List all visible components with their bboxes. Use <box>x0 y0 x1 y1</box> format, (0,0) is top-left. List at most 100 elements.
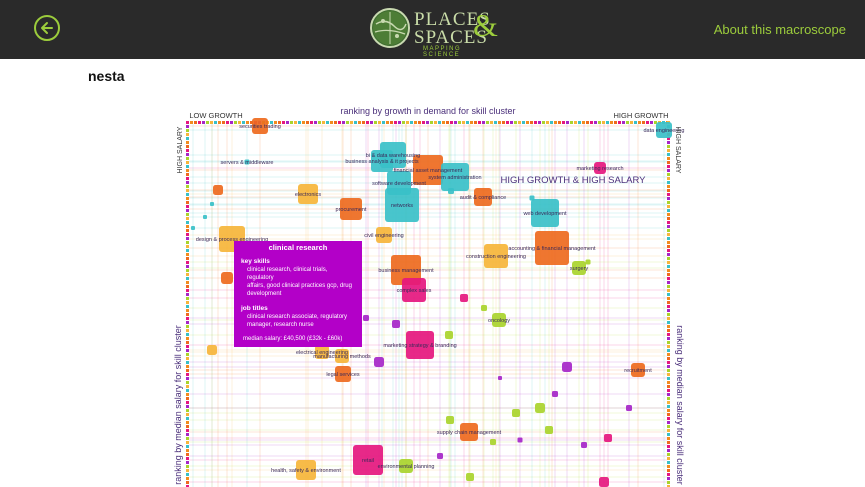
cluster-marker[interactable] <box>213 185 223 195</box>
cluster-marker[interactable] <box>363 315 369 321</box>
cluster-marker[interactable] <box>529 195 535 201</box>
frame-tick <box>667 145 670 148</box>
cluster-marker[interactable] <box>481 305 487 311</box>
cluster-label: electronics <box>295 192 322 198</box>
cluster-marker[interactable] <box>392 320 400 328</box>
frame-tick <box>186 357 189 360</box>
frame-tick <box>186 261 189 264</box>
frame-tick <box>598 121 601 124</box>
frame-tick <box>610 121 613 124</box>
frame-tick <box>342 121 345 124</box>
frame-tick <box>390 121 393 124</box>
quadrant-label: HIGH GROWTH & HIGH SALARY <box>501 175 647 186</box>
frame-tick <box>474 121 477 124</box>
frame-tick <box>222 121 225 124</box>
cluster-label: business management <box>378 268 434 274</box>
frame-tick <box>314 121 317 124</box>
frame-tick <box>494 121 497 124</box>
cluster-marker[interactable] <box>498 376 502 380</box>
cluster-marker[interactable] <box>203 215 207 219</box>
frame-tick <box>186 173 189 176</box>
cluster-marker[interactable] <box>448 188 454 194</box>
frame-tick <box>186 217 189 220</box>
frame-tick <box>194 121 197 124</box>
cluster-marker[interactable] <box>604 434 612 442</box>
cluster-marker[interactable] <box>562 362 572 372</box>
frame-tick <box>667 253 670 256</box>
cluster-marker[interactable] <box>460 294 468 302</box>
frame-tick <box>186 145 189 148</box>
cluster-marker[interactable] <box>191 226 195 230</box>
frame-tick <box>186 253 189 256</box>
frame-tick <box>667 349 670 352</box>
frame-tick <box>186 237 189 240</box>
frame-tick <box>667 393 670 396</box>
frame-tick <box>186 229 189 232</box>
frame-tick <box>578 121 581 124</box>
frame-tick <box>667 457 670 460</box>
frame-tick <box>186 313 189 316</box>
frame-tick <box>667 437 670 440</box>
frame-tick <box>186 241 189 244</box>
cluster-marker[interactable] <box>374 357 384 367</box>
cluster-marker[interactable] <box>437 453 443 459</box>
cluster-marker[interactable] <box>221 272 233 284</box>
frame-tick <box>667 337 670 340</box>
cluster-marker[interactable] <box>466 473 474 481</box>
frame-tick <box>186 449 189 452</box>
frame-tick <box>186 453 189 456</box>
frame-tick <box>667 325 670 328</box>
frame-tick <box>186 225 189 228</box>
frame-tick <box>618 121 621 124</box>
tooltip-skill-line: development <box>247 291 282 297</box>
frame-tick <box>667 473 670 476</box>
cluster-marker[interactable] <box>210 202 214 206</box>
cluster-marker[interactable] <box>445 331 453 339</box>
frame-tick <box>667 405 670 408</box>
frame-tick <box>202 121 205 124</box>
frame-tick <box>210 121 213 124</box>
cluster-marker[interactable] <box>552 391 558 397</box>
frame-tick <box>667 477 670 480</box>
cluster-marker[interactable] <box>517 437 523 443</box>
frame-tick <box>667 229 670 232</box>
cluster-marker[interactable] <box>545 426 553 434</box>
frame-tick <box>386 121 389 124</box>
frame-tick <box>667 181 670 184</box>
frame-tick <box>186 369 189 372</box>
cluster-label: complex sales <box>397 288 432 294</box>
cluster-marker[interactable] <box>490 439 496 445</box>
corner-label-low-growth: LOW GROWTH <box>189 111 242 120</box>
frame-tick <box>186 161 189 164</box>
frame-tick <box>614 121 617 124</box>
cluster-label: networks <box>391 203 413 209</box>
frame-tick <box>667 441 670 444</box>
cluster-marker[interactable] <box>581 442 587 448</box>
frame-tick <box>186 353 189 356</box>
frame-tick <box>667 157 670 160</box>
cluster-marker[interactable] <box>535 403 545 413</box>
frame-tick <box>186 285 189 288</box>
frame-tick <box>398 121 401 124</box>
frame-tick <box>186 385 189 388</box>
frame-tick <box>558 121 561 124</box>
frame-tick <box>186 405 189 408</box>
frame-tick <box>186 409 189 412</box>
frame-tick <box>318 121 321 124</box>
frame-tick <box>667 341 670 344</box>
tooltip-titles-heading: job titles <box>241 305 268 312</box>
frame-tick <box>554 121 557 124</box>
cluster-marker[interactable] <box>585 259 591 265</box>
cluster-marker[interactable] <box>446 416 454 424</box>
frame-tick <box>186 437 189 440</box>
frame-tick <box>186 337 189 340</box>
cluster-marker[interactable] <box>626 405 632 411</box>
cluster-marker[interactable] <box>207 345 217 355</box>
frame-tick <box>310 121 313 124</box>
frame-tick <box>667 165 670 168</box>
frame-tick <box>667 173 670 176</box>
cluster-marker[interactable] <box>512 409 520 417</box>
frame-tick <box>186 309 189 312</box>
frame-tick <box>667 261 670 264</box>
cluster-marker[interactable] <box>599 477 609 487</box>
